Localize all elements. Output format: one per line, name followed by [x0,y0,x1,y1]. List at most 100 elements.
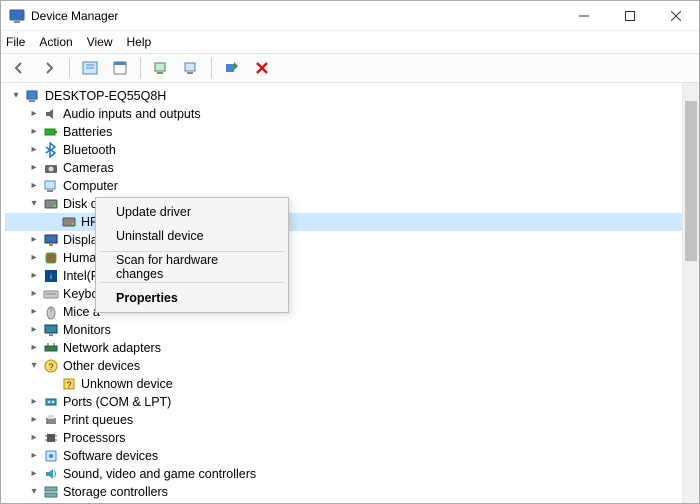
forward-button[interactable] [37,56,61,80]
device-tree[interactable]: ▾ DESKTOP-EQ55Q8H▸Audio inputs and output… [1,83,682,503]
storage-ctrl-icon [61,502,77,503]
menu-file[interactable]: File [6,35,25,49]
spacer [45,215,59,229]
context-menu-separator [99,282,285,283]
tree-category[interactable]: ▸Ports (COM & LPT) [5,393,682,411]
root-label: DESKTOP-EQ55Q8H [45,87,166,105]
category-label: Other devices [63,357,140,375]
category-label: Computer [63,177,118,195]
expand-icon[interactable]: ▸ [27,269,41,283]
window-buttons [561,1,699,31]
expand-icon[interactable]: ▸ [27,413,41,427]
category-label: Keybo [63,285,98,303]
tree-category[interactable]: ▸ Network adapters [5,339,682,357]
category-label: Print queues [63,411,133,429]
tree-category[interactable]: ▸ Sound, video and game controllers [5,465,682,483]
expand-icon[interactable]: ▸ [27,107,41,121]
close-button[interactable] [653,1,699,31]
vertical-scrollbar[interactable] [682,83,699,503]
tree-category[interactable]: ▸Monitors [5,321,682,339]
tree-category[interactable]: ▸ Software devices [5,447,682,465]
scan-hardware-button[interactable] [220,56,244,80]
category-label: Processors [63,429,126,447]
item-label: BayHubTech Integrated MMC/SD controller [81,501,321,503]
printer-icon [43,412,59,428]
computer-icon [43,178,59,194]
expand-icon[interactable]: ▸ [27,467,41,481]
tree-category[interactable]: ▸ Bluetooth [5,141,682,159]
svg-text:?: ? [66,380,71,390]
cpu-icon [43,430,59,446]
expand-icon[interactable]: ▸ [27,341,41,355]
menu-help[interactable]: Help [127,35,152,49]
back-button[interactable] [7,56,31,80]
properties-button[interactable] [108,56,132,80]
collapse-icon[interactable]: ▾ [27,485,41,499]
tree-category[interactable]: ▸ Batteries [5,123,682,141]
category-label: Batteries [63,123,112,141]
maximize-button[interactable] [607,1,653,31]
other-icon: ? [43,358,59,374]
menu-action[interactable]: Action [39,35,72,49]
camera-icon [43,160,59,176]
expand-icon[interactable]: ▸ [27,143,41,157]
menu-view[interactable]: View [87,35,113,49]
context-menu-item[interactable]: Scan for hardware changes [98,255,286,279]
uninstall-device-button[interactable] [179,56,203,80]
show-hidden-button[interactable] [78,56,102,80]
update-driver-button[interactable] [149,56,173,80]
item-label: Unknown device [81,375,173,393]
tree-category[interactable]: ▸ Print queues [5,411,682,429]
collapse-icon[interactable]: ▾ [27,359,41,373]
disable-device-button[interactable] [250,56,274,80]
mouse-icon [43,304,59,320]
collapse-icon[interactable]: ▾ [27,197,41,211]
category-label: Software devices [63,447,158,465]
tree-category[interactable]: ▸ Cameras [5,159,682,177]
category-label: Network adapters [63,339,161,357]
category-label: Sound, video and game controllers [63,465,256,483]
tree-root[interactable]: ▾ DESKTOP-EQ55Q8H [5,87,682,105]
expand-icon[interactable]: ▸ [27,305,41,319]
tree-category[interactable]: ▾?Other devices [5,357,682,375]
tree-item[interactable]: ? Unknown device [5,375,682,393]
battery-icon [43,124,59,140]
context-menu-item[interactable]: Update driver [98,200,286,224]
sound-icon [43,466,59,482]
content-area: ▾ DESKTOP-EQ55Q8H▸Audio inputs and output… [1,83,699,503]
titlebar: Device Manager [1,1,699,31]
context-menu: Update driverUninstall device Scan for ha… [95,197,289,313]
tree-item[interactable]: BayHubTech Integrated MMC/SD controller [5,501,682,503]
window-title: Device Manager [31,9,118,23]
collapse-icon[interactable]: ▾ [9,89,23,103]
category-label: Storage controllers [63,483,168,501]
software-icon [43,448,59,464]
context-menu-item[interactable]: Uninstall device [98,224,286,248]
expand-icon[interactable]: ▸ [27,125,41,139]
expand-icon[interactable]: ▸ [27,449,41,463]
expand-icon[interactable]: ▸ [27,287,41,301]
expand-icon[interactable]: ▸ [27,161,41,175]
expand-icon[interactable]: ▸ [27,251,41,265]
minimize-button[interactable] [561,1,607,31]
scrollbar-thumb[interactable] [685,101,697,261]
tree-category[interactable]: ▸ Processors [5,429,682,447]
expand-icon[interactable]: ▸ [27,323,41,337]
tree-category[interactable]: ▸ Computer [5,177,682,195]
keyboard-icon [43,286,59,302]
monitor-icon [43,322,59,338]
hid-icon [43,250,59,266]
context-menu-item[interactable]: Properties [98,286,286,310]
menubar: File Action View Help [1,31,699,53]
tree-category[interactable]: ▾ Storage controllers [5,483,682,501]
expand-icon[interactable]: ▸ [27,395,41,409]
expand-icon[interactable]: ▸ [27,179,41,193]
disk-icon [61,214,77,230]
category-label: Bluetooth [63,141,116,159]
tree-category[interactable]: ▸Audio inputs and outputs [5,105,682,123]
expand-icon[interactable]: ▸ [27,431,41,445]
expand-icon[interactable]: ▸ [27,233,41,247]
unknown-icon: ? [61,376,77,392]
category-label: Cameras [63,159,114,177]
toolbar [1,53,699,83]
